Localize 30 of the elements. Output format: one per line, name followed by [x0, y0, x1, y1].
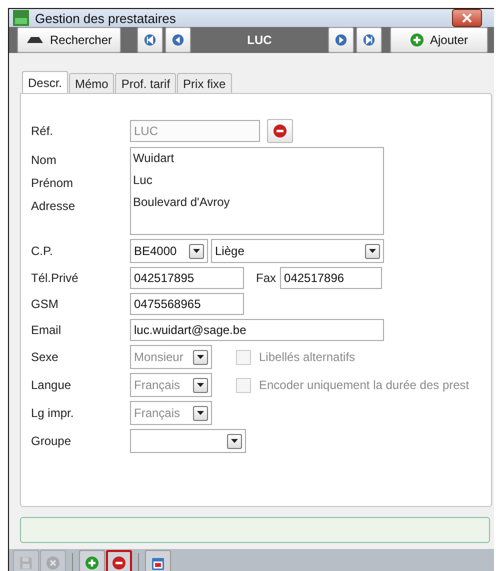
field-label: Adresse: [31, 199, 76, 213]
tab[interactable]: Descr.: [22, 71, 68, 93]
field-label: Groupe: [31, 434, 72, 448]
field-label: Sexe: [31, 350, 60, 364]
field-label: Email: [31, 323, 62, 337]
add-button[interactable]: Ajouter: [390, 27, 488, 53]
field-label: Réf.: [31, 124, 54, 138]
checkbox-label: Libellés alternatifs: [259, 350, 356, 364]
text-area[interactable]: Wuidart Luc Boulevard d'Avroy: [130, 147, 384, 235]
record-name: LUC: [246, 33, 273, 47]
tab[interactable]: Mémo: [69, 73, 114, 93]
field-label: Fax: [256, 271, 276, 285]
tab[interactable]: Prix fixe: [177, 73, 232, 93]
field-label: Nom: [31, 153, 58, 167]
checkbox-label: Encoder uniquement la durée des prest: [259, 378, 470, 392]
field-label: Tél.Privé: [31, 271, 80, 285]
input-field[interactable]: luc.wuidart@sage.be: [130, 319, 384, 341]
city-dropdown[interactable]: Liège: [211, 239, 384, 263]
field-label: Lg impr.: [31, 406, 75, 420]
tab[interactable]: Prof. tarif: [115, 73, 176, 93]
input-field[interactable]: 042517895: [130, 267, 244, 289]
input-field[interactable]: 042517896: [280, 267, 382, 289]
input-field[interactable]: 0475568965: [130, 293, 244, 315]
search-button[interactable]: Rechercher: [17, 27, 122, 53]
field-label: GSM: [31, 297, 60, 311]
window-title: Gestion des prestataires: [35, 10, 177, 26]
postal-code-dropdown[interactable]: BE4000: [130, 239, 208, 263]
field-label: Langue: [31, 378, 72, 392]
field-label: C.P.: [31, 244, 54, 258]
field-label: Prénom: [31, 176, 74, 190]
